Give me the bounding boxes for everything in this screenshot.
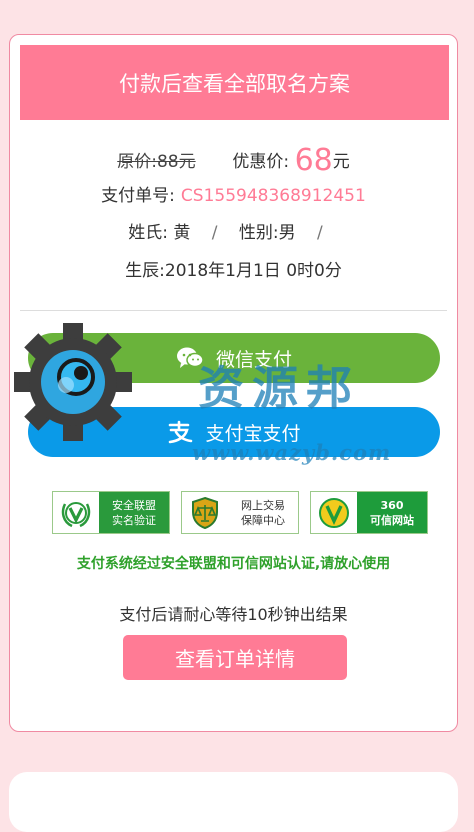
price-row: 原价:88元 优惠价: 68元: [10, 143, 457, 178]
order-number-label: 支付单号:: [101, 186, 175, 206]
badge-line2: 可信网站: [370, 513, 414, 527]
security-note: 支付系统经过安全联盟和可信网站认证,请放心使用: [76, 556, 391, 572]
discount-unit: 元: [332, 152, 350, 172]
order-number: CS155948368912451: [180, 186, 366, 206]
watermark-url: www.wazyb.com: [192, 440, 392, 465]
view-order-button[interactable]: 查看订单详情: [123, 635, 347, 680]
surname-label: 姓氏:: [128, 223, 168, 243]
surname-value: 黄: [173, 223, 191, 243]
badge-line1: 网上交易: [241, 498, 285, 512]
verified-v-laurel-icon: [53, 492, 99, 533]
gender-label: 性别:: [238, 223, 279, 243]
original-price: 原价:88元: [117, 152, 196, 172]
separator: /: [317, 223, 323, 243]
gear-eye-logo-icon: [14, 323, 132, 441]
alipay-icon: [167, 420, 193, 444]
separator: /: [211, 223, 218, 243]
order-number-row: 支付单号: CS155948368912451: [10, 181, 457, 206]
page-title: 付款后查看全部取名方案: [20, 45, 449, 120]
divider: [20, 310, 447, 311]
birth-label: 生辰:: [125, 261, 165, 281]
watermark-text: 资源邦: [198, 361, 360, 415]
trust-badge[interactable]: 安全联盟 实名验证: [52, 491, 170, 534]
gender-value: 男: [278, 223, 296, 243]
trust-badge[interactable]: 网上交易 保障中心: [181, 491, 299, 534]
person-info-row: 姓氏: 黄 / 性别:男 /: [10, 218, 457, 243]
badge-line2: 保障中心: [241, 513, 285, 527]
badge-line1: 360: [380, 498, 404, 512]
badge-line2: 实名验证: [112, 513, 156, 527]
trust-badge[interactable]: 360 可信网站: [310, 491, 428, 534]
discount-price: 68: [294, 143, 333, 178]
birth-row: 生辰:2018年1月1日 0时0分: [10, 256, 457, 281]
wait-hint: 支付后请耐心等待10秒钟出结果: [119, 605, 348, 624]
discount-price-label: 优惠价:: [232, 152, 290, 172]
birth-value: 2018年1月1日 0时0分: [164, 261, 342, 281]
trust-badges: 安全联盟 实名验证 网上交易 保障中心 360 可信网站: [52, 491, 428, 535]
badge-line1: 安全联盟: [112, 498, 156, 512]
next-card: [9, 772, 458, 832]
360-verified-v-icon: [311, 492, 357, 533]
scales-shield-icon: [182, 492, 228, 533]
